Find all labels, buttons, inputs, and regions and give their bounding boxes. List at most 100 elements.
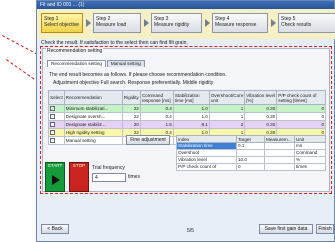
value-cell: 1 xyxy=(208,112,246,121)
tab-manual-setting[interactable]: Manual setting xyxy=(106,60,145,67)
fine-adjustment-button[interactable]: Fine adjustment xyxy=(126,135,170,145)
column-header: Vibration level [%] xyxy=(244,90,278,105)
times-label: times xyxy=(128,174,140,180)
step-4-button[interactable]: Step 4 Measure response xyxy=(212,13,268,33)
step-bar: Step 1 Select objective Step 2 Measure l… xyxy=(37,9,335,39)
value-cell: 0.30 xyxy=(244,104,278,113)
select-cell xyxy=(48,120,65,129)
value-cell: 0.30 xyxy=(244,112,278,121)
results-column-header: Index xyxy=(176,135,237,143)
tab-recommendation-setting[interactable]: Recommendation setting xyxy=(47,60,106,67)
value-cell: 0 xyxy=(276,104,326,113)
group-label: Recommendation setting xyxy=(46,48,104,54)
value-cell: 22 xyxy=(121,112,141,121)
results-table: Index Target Measurem... Unit Stabilizat… xyxy=(176,135,326,171)
results-row[interactable]: Vibration level 10.0% xyxy=(176,156,326,164)
callout-line xyxy=(2,35,38,55)
results-row[interactable]: Stabilization time 0.1 ms xyxy=(176,142,326,150)
arrow-right-icon xyxy=(86,19,91,27)
results-cell: ms xyxy=(294,142,326,150)
window-title: Fit and ID 001 ... (1) xyxy=(37,1,334,9)
results-cell xyxy=(264,163,295,171)
tab-strip: Recommendation setting Manual setting xyxy=(47,60,146,67)
table-row[interactable]: Designate stabiliz... 20 1.5 8.1 2 0.30 0 xyxy=(48,120,326,129)
column-header: Stabilization time [ms] xyxy=(172,90,210,105)
results-cell xyxy=(264,149,295,157)
value-cell: 2 xyxy=(208,120,246,129)
arrow-right-icon xyxy=(144,19,149,27)
column-header: Rigidity xyxy=(121,90,141,105)
results-column-header: Unit xyxy=(294,135,326,143)
stop-button[interactable]: STOP xyxy=(69,162,89,192)
play-icon xyxy=(52,175,60,185)
arrow-right-icon xyxy=(205,19,210,27)
step-5-button[interactable]: Step 5 Check results xyxy=(278,13,335,33)
trial-frequency-label: Trial frequency xyxy=(92,165,125,171)
results-column-header: Target xyxy=(236,135,265,143)
column-header: P/P check count of setting [times] xyxy=(276,90,326,105)
value-cell: 0.4 xyxy=(139,104,174,113)
tuning-window: Fit and ID 001 ... (1) Step 1 Select obj… xyxy=(36,0,335,242)
result-description: The end result becomes as follows. If pl… xyxy=(49,72,227,78)
results-cell: 0.1 xyxy=(236,142,265,150)
value-cell: 22 xyxy=(121,104,141,113)
back-button[interactable]: < Back xyxy=(41,224,69,234)
results-cell: times xyxy=(294,163,326,171)
select-cell xyxy=(48,112,65,121)
stop-label: STOP xyxy=(72,163,86,168)
results-row[interactable]: P/P check count of 0 times xyxy=(176,163,326,171)
step-3-button[interactable]: Step 3 Measure rigidity xyxy=(151,13,202,33)
step-3-label: Step 3 Measure rigidity xyxy=(154,16,190,28)
recommendation-cell: Minimum stabilizati... xyxy=(63,104,123,113)
results-cell: Vibration level xyxy=(176,156,237,164)
table-row[interactable]: Designate oversh... 22 0.4 1.0 1 0.30 0 xyxy=(48,112,326,121)
results-cell: % xyxy=(294,156,326,164)
step-1-label: Step 1 Select objective xyxy=(44,16,80,28)
execution-panel: Fine adjustment START STOP Trial frequen… xyxy=(42,135,328,219)
value-cell: 0.30 xyxy=(244,120,278,129)
value-cell: 1.0 xyxy=(172,104,210,113)
trial-frequency-input[interactable]: 4 xyxy=(92,173,126,182)
results-column-header: Measurem... xyxy=(264,135,295,143)
step-4-label: Step 4 Measure response xyxy=(215,16,257,28)
start-button[interactable]: START xyxy=(45,162,65,192)
finish-button[interactable]: Finish xyxy=(316,224,334,234)
value-cell: 0 xyxy=(276,112,326,121)
value-cell: 1.0 xyxy=(172,112,210,121)
select-checkbox[interactable] xyxy=(50,114,55,120)
arrow-right-icon xyxy=(271,19,276,27)
save-gain-data-button[interactable]: Save first gain data xyxy=(259,224,313,234)
results-cell: Stabilization time xyxy=(176,142,237,150)
objective-description: Adjustment objective Full search. Respon… xyxy=(53,80,214,86)
start-label: START xyxy=(47,163,63,168)
select-checkbox[interactable] xyxy=(50,122,55,128)
column-header: Select xyxy=(48,90,65,105)
value-cell: 1.5 xyxy=(139,120,174,129)
step-2-label: Step 2 Measure load xyxy=(96,16,127,28)
select-checkbox[interactable]: ✓ xyxy=(50,106,55,112)
results-cell xyxy=(264,156,295,164)
recommendation-cell: Designate oversh... xyxy=(63,112,123,121)
column-header: Overshoot/Core unit xyxy=(208,90,246,105)
value-cell: 1 xyxy=(208,104,246,113)
results-cell: 0 xyxy=(236,163,265,171)
table-row[interactable]: ✓ Minimum stabilizati... 22 0.4 1.0 1 0.30 0 xyxy=(48,104,326,113)
results-row[interactable]: Overshoot Command xyxy=(176,149,326,157)
select-cell: ✓ xyxy=(48,104,65,113)
recommendation-cell: Designate stabiliz... xyxy=(63,120,123,129)
value-cell: 20 xyxy=(121,120,141,129)
results-cell xyxy=(236,149,265,157)
value-cell: 0 xyxy=(276,120,326,129)
results-cell: Command xyxy=(294,149,326,157)
column-header: Command response [ms] xyxy=(139,90,174,105)
page-indicator: 5/5 xyxy=(187,228,194,234)
step-5-label: Step 5 Check results xyxy=(281,16,312,28)
value-cell: 0.4 xyxy=(139,112,174,121)
step-1-button[interactable]: Step 1 Select objective xyxy=(41,13,83,33)
step-2-button[interactable]: Step 2 Measure load xyxy=(93,13,141,33)
results-cell xyxy=(264,142,295,150)
results-cell: Overshoot xyxy=(176,149,237,157)
column-header: Recommendation xyxy=(63,90,123,105)
results-cell: 10.0 xyxy=(236,156,265,164)
results-cell: P/P check count of xyxy=(176,163,237,171)
